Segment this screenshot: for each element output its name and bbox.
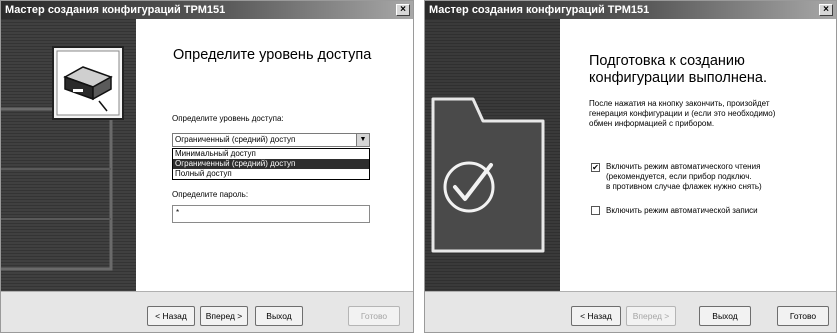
auto-read-label-line2: (рекомендуется, если прибор подключ. bbox=[606, 172, 752, 181]
access-option-full[interactable]: Полный доступ bbox=[173, 169, 369, 179]
access-level-label: Определите уровень доступа: bbox=[172, 114, 284, 123]
right-next-button[interactable]: Вперед > bbox=[626, 306, 676, 326]
info-text-line3: обмен информацией с прибором. bbox=[589, 119, 715, 128]
access-option-limited[interactable]: Ограниченный (средний) доступ bbox=[173, 159, 369, 169]
right-back-button[interactable]: < Назад bbox=[571, 306, 621, 326]
right-title-bar: Мастер создания конфигураций ТРМ151 × bbox=[425, 1, 836, 19]
chevron-down-icon[interactable]: ▼ bbox=[356, 134, 369, 146]
device-icon bbox=[1, 46, 124, 271]
access-level-select[interactable]: Ограниченный (средний) доступ ▼ bbox=[172, 133, 370, 147]
right-heading-line2: конфигурации выполнена. bbox=[589, 70, 768, 86]
auto-read-label-line1: Включить режим автоматического чтения bbox=[606, 162, 761, 171]
info-text-line1: После нажатия на кнопку закончить, произ… bbox=[589, 99, 770, 108]
left-title-bar: Мастер создания конфигураций ТРМ151 × bbox=[1, 1, 413, 19]
left-finish-button[interactable]: Готово bbox=[348, 306, 400, 326]
right-exit-button[interactable]: Выход bbox=[699, 306, 751, 326]
right-wizard-illustration bbox=[425, 19, 560, 291]
auto-write-label: Включить режим автоматической записи bbox=[606, 206, 758, 215]
info-text-line2: генерация конфигурации и (если это необх… bbox=[589, 109, 776, 118]
left-page-heading: Определите уровень доступа bbox=[173, 47, 372, 63]
access-level-wizard-window: Мастер создания конфигураций ТРМ151 × Оп… bbox=[0, 0, 414, 333]
right-finish-button[interactable]: Готово bbox=[777, 306, 829, 326]
left-button-bar: < Назад Вперед > Выход Готово bbox=[1, 291, 413, 332]
access-level-selected-value: Ограниченный (средний) доступ bbox=[175, 135, 296, 144]
left-back-button[interactable]: < Назад bbox=[147, 306, 195, 326]
config-ready-wizard-window: Мастер создания конфигураций ТРМ151 × По… bbox=[424, 0, 837, 333]
left-next-button[interactable]: Вперед > bbox=[200, 306, 248, 326]
right-heading-line1: Подготовка к созданию bbox=[589, 53, 745, 69]
right-button-bar: < Назад Вперед > Выход Готово bbox=[425, 291, 836, 332]
access-level-dropdown-list: Минимальный доступ Ограниченный (средний… bbox=[172, 148, 370, 180]
password-field[interactable]: * bbox=[172, 205, 370, 223]
left-wizard-illustration bbox=[1, 19, 136, 291]
auto-read-label-line3: в противном случае флажек нужно снять) bbox=[606, 182, 762, 191]
left-window-title: Мастер создания конфигураций ТРМ151 bbox=[5, 4, 226, 16]
folder-check-icon bbox=[431, 97, 545, 253]
auto-read-checkbox[interactable]: ✔ bbox=[591, 163, 600, 172]
right-window-title: Мастер создания конфигураций ТРМ151 bbox=[429, 4, 650, 16]
left-close-button[interactable]: × bbox=[396, 4, 410, 16]
access-option-minimal[interactable]: Минимальный доступ bbox=[173, 149, 369, 159]
left-exit-button[interactable]: Выход bbox=[255, 306, 303, 326]
left-content-panel: Определите уровень доступа Определите ур… bbox=[136, 19, 413, 291]
password-label: Определите пароль: bbox=[172, 190, 249, 199]
auto-write-checkbox[interactable] bbox=[591, 206, 600, 215]
right-close-button[interactable]: × bbox=[819, 4, 833, 16]
right-content-panel: Подготовка к созданию конфигурации выпол… bbox=[560, 19, 836, 291]
